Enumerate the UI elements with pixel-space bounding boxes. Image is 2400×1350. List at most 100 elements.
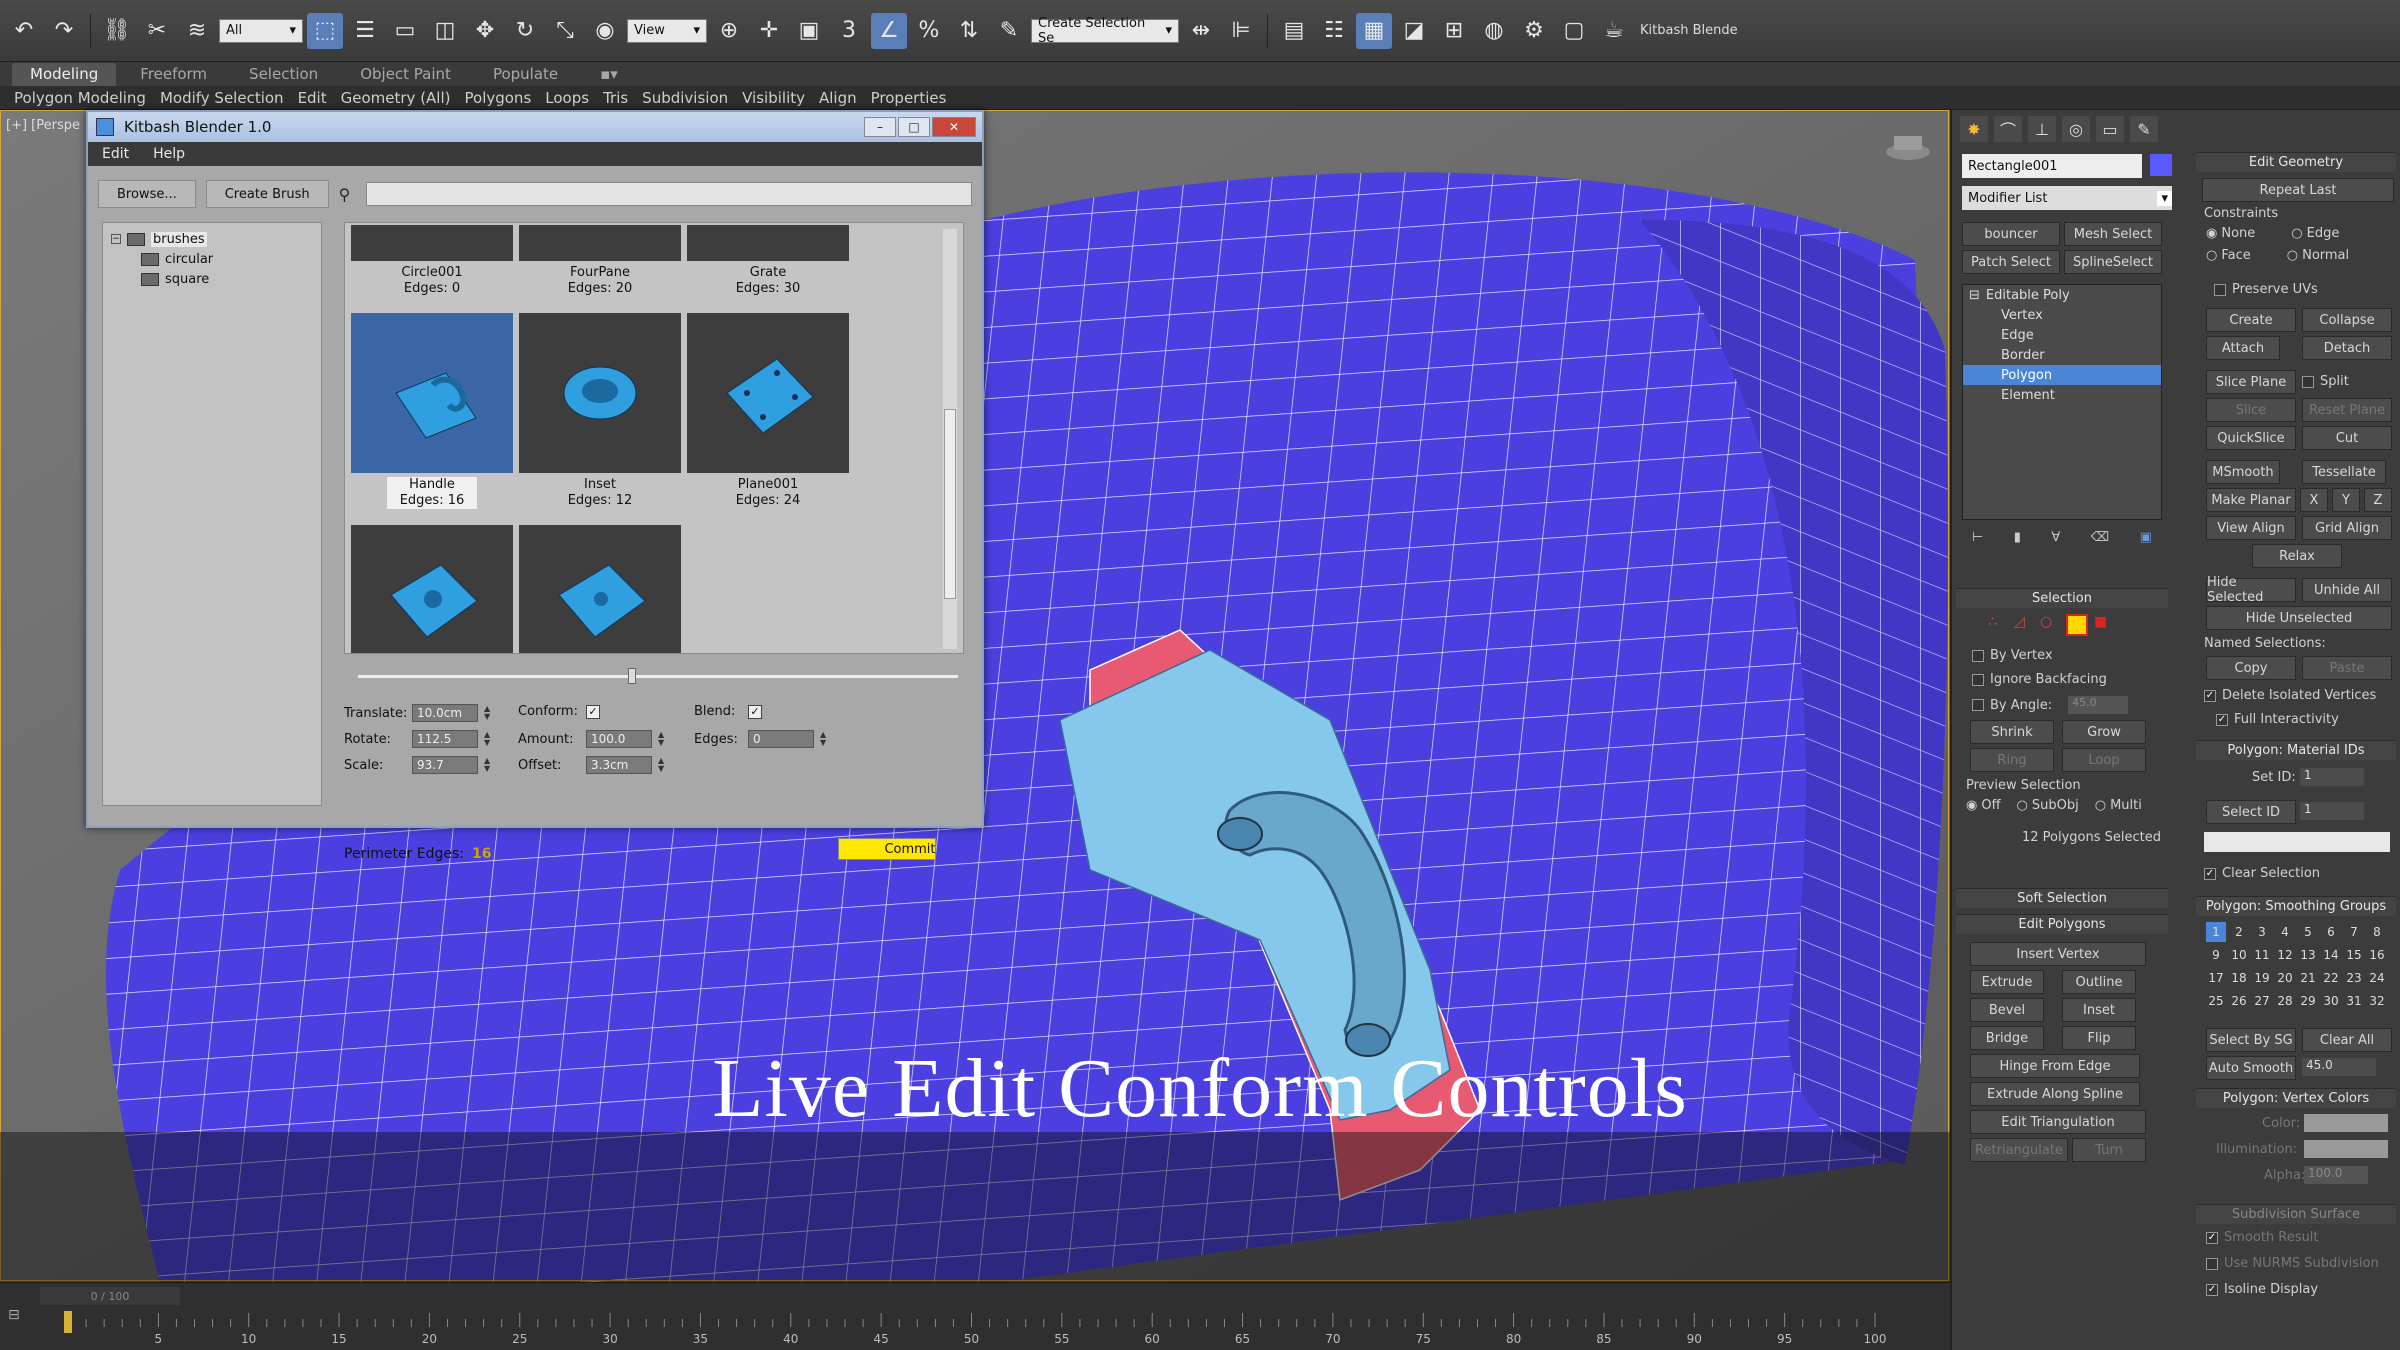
- reset-plane-button[interactable]: Reset Plane: [2302, 398, 2392, 422]
- checkbox[interactable]: [2214, 283, 2226, 296]
- element-mode-icon[interactable]: ■: [2094, 614, 2114, 634]
- redo-icon[interactable]: ↷: [46, 13, 82, 49]
- smoothing-group-button[interactable]: 12: [2275, 945, 2295, 965]
- radio-icon[interactable]: ○: [2291, 226, 2302, 241]
- illumination-swatch[interactable]: [2304, 1140, 2388, 1158]
- motion-tab-icon[interactable]: ◎: [2062, 116, 2090, 142]
- vertex-mode-icon[interactable]: ∴: [1988, 614, 2008, 634]
- tab-freeform[interactable]: Freeform: [122, 63, 225, 86]
- edit-named-sel-icon[interactable]: ✎: [991, 13, 1027, 49]
- slice-button[interactable]: Slice: [2206, 398, 2296, 422]
- bridge-button[interactable]: Bridge: [1970, 1026, 2044, 1050]
- material-editor-icon[interactable]: ◍: [1476, 13, 1512, 49]
- checkbox[interactable]: [2302, 375, 2314, 388]
- extrude-along-spline-button[interactable]: Extrude Along Spline: [1970, 1082, 2140, 1106]
- ribbon-geometry-all[interactable]: Geometry (All): [341, 89, 451, 107]
- smoothing-group-button[interactable]: 4: [2275, 922, 2295, 942]
- checkbox[interactable]: ✓: [2204, 689, 2216, 702]
- smoothing-group-button[interactable]: 15: [2344, 945, 2364, 965]
- collapse-button[interactable]: Collapse: [2302, 308, 2392, 332]
- curve-editor-icon[interactable]: ◪: [1396, 13, 1432, 49]
- turn-button[interactable]: Turn: [2072, 1138, 2146, 1162]
- graph-editor-icon[interactable]: ▦: [1356, 12, 1392, 49]
- schematic-icon[interactable]: ⊞: [1436, 13, 1472, 49]
- angle-field[interactable]: 45.0: [2068, 696, 2129, 714]
- smoothing-group-button[interactable]: 9: [2206, 945, 2226, 965]
- selection-filter-dropdown[interactable]: All ▾: [219, 18, 303, 43]
- object-color-swatch[interactable]: [2150, 154, 2172, 176]
- search-input[interactable]: [366, 182, 972, 206]
- select-id-button[interactable]: Select ID: [2206, 800, 2296, 824]
- pin-stack-icon[interactable]: ⊢: [1972, 530, 1983, 550]
- split-check[interactable]: Split: [2302, 374, 2349, 389]
- menu-edit[interactable]: Edit: [102, 146, 129, 162]
- stack-item-polygon[interactable]: Polygon: [1963, 365, 2161, 385]
- ribbon-options-icon[interactable]: ▪▾: [582, 63, 636, 86]
- pivot-icon[interactable]: ⊕: [711, 13, 747, 49]
- smoothing-group-button[interactable]: 17: [2206, 968, 2226, 988]
- smoothing-group-button[interactable]: 2: [2229, 922, 2249, 942]
- ribbon-polygons[interactable]: Polygons: [465, 89, 532, 107]
- smoothing-group-button[interactable]: 24: [2367, 968, 2387, 988]
- smoothing-group-button[interactable]: 20: [2275, 968, 2295, 988]
- brush-thumb-inset[interactable]: [519, 313, 681, 473]
- collapse-icon[interactable]: −: [111, 234, 121, 244]
- checkbox[interactable]: [1972, 649, 1984, 662]
- shrink-button[interactable]: Shrink: [1970, 720, 2054, 744]
- create-button[interactable]: Create: [2206, 308, 2296, 332]
- tessellate-button[interactable]: Tessellate: [2302, 460, 2386, 484]
- cut-button[interactable]: Cut: [2302, 426, 2392, 450]
- bouncer-button[interactable]: bouncer: [1962, 222, 2060, 246]
- color-swatch[interactable]: [2304, 1114, 2388, 1132]
- smoothing-group-button[interactable]: 19: [2252, 968, 2272, 988]
- configure-sets-icon[interactable]: ▣: [2140, 530, 2152, 550]
- preserve-uvs-check[interactable]: Preserve UVs: [2214, 282, 2318, 297]
- spinner-icon[interactable]: ▲ ▼: [658, 731, 666, 747]
- slider-handle[interactable]: [628, 668, 636, 684]
- spinner-icon[interactable]: ▲ ▼: [484, 757, 492, 773]
- quickslice-button[interactable]: QuickSlice: [2206, 426, 2296, 450]
- brush-thumb-plane001[interactable]: [687, 313, 849, 473]
- select-id-field[interactable]: 1: [2300, 802, 2364, 820]
- hinge-from-edge-button[interactable]: Hinge From Edge: [1970, 1054, 2140, 1078]
- select-object-icon[interactable]: ⬚: [307, 12, 343, 49]
- polygon-mode-icon[interactable]: [2066, 614, 2088, 636]
- smoothing-group-button[interactable]: 32: [2367, 991, 2387, 1011]
- snap-icon[interactable]: 3: [831, 13, 867, 49]
- blend-checkbox[interactable]: ✓: [748, 704, 762, 719]
- tab-object-paint[interactable]: Object Paint: [342, 63, 469, 86]
- time-slider[interactable]: 0 / 100: [40, 1287, 180, 1305]
- hide-selected-button[interactable]: Hide Selected: [2206, 575, 2296, 605]
- ribbon-tris[interactable]: Tris: [603, 89, 628, 107]
- spline-select-button[interactable]: SplineSelect: [2064, 250, 2162, 274]
- display-tab-icon[interactable]: ▭: [2096, 116, 2124, 142]
- hide-unselected-button[interactable]: Hide Unselected: [2206, 606, 2392, 630]
- tab-populate[interactable]: Populate: [475, 63, 576, 86]
- tree-item-brushes[interactable]: − brushes: [111, 229, 313, 249]
- time-cursor[interactable]: [64, 1311, 72, 1333]
- scale-icon[interactable]: ⤡: [547, 13, 583, 49]
- thumbnail-size-slider[interactable]: [358, 666, 958, 686]
- modify-tab-icon[interactable]: ⌒: [1994, 116, 2022, 142]
- brush-thumb-fourpane[interactable]: [519, 225, 681, 261]
- ribbon-polygon-modeling[interactable]: Polygon Modeling: [14, 89, 146, 107]
- paste-button[interactable]: Paste: [2302, 656, 2392, 680]
- radio-icon[interactable]: ○: [2017, 798, 2028, 813]
- flip-button[interactable]: Flip: [2062, 1026, 2136, 1050]
- kitbash-plugin-label[interactable]: Kitbash Blende: [1640, 23, 1738, 38]
- selection-rollout-title[interactable]: Selection: [1956, 588, 2168, 608]
- msmooth-button[interactable]: MSmooth: [2206, 460, 2280, 484]
- keyboard-shortcut-icon[interactable]: ▣: [791, 13, 827, 49]
- insert-vertex-button[interactable]: Insert Vertex: [1970, 942, 2146, 966]
- undo-icon[interactable]: ↶: [6, 13, 42, 49]
- smoothing-group-button[interactable]: 27: [2252, 991, 2272, 1011]
- repeat-last-button[interactable]: Repeat Last: [2202, 178, 2394, 202]
- border-mode-icon[interactable]: ○: [2040, 614, 2060, 634]
- angle-snap-icon[interactable]: ∠: [871, 12, 907, 49]
- set-id-field[interactable]: 1: [2300, 768, 2364, 786]
- edit-triangulation-button[interactable]: Edit Triangulation: [1970, 1110, 2146, 1134]
- render-setup-icon[interactable]: ⚙: [1516, 13, 1552, 49]
- select-by-name-icon[interactable]: ☰: [347, 13, 383, 49]
- menu-help[interactable]: Help: [153, 146, 185, 162]
- create-tab-icon[interactable]: ✸: [1960, 116, 1988, 142]
